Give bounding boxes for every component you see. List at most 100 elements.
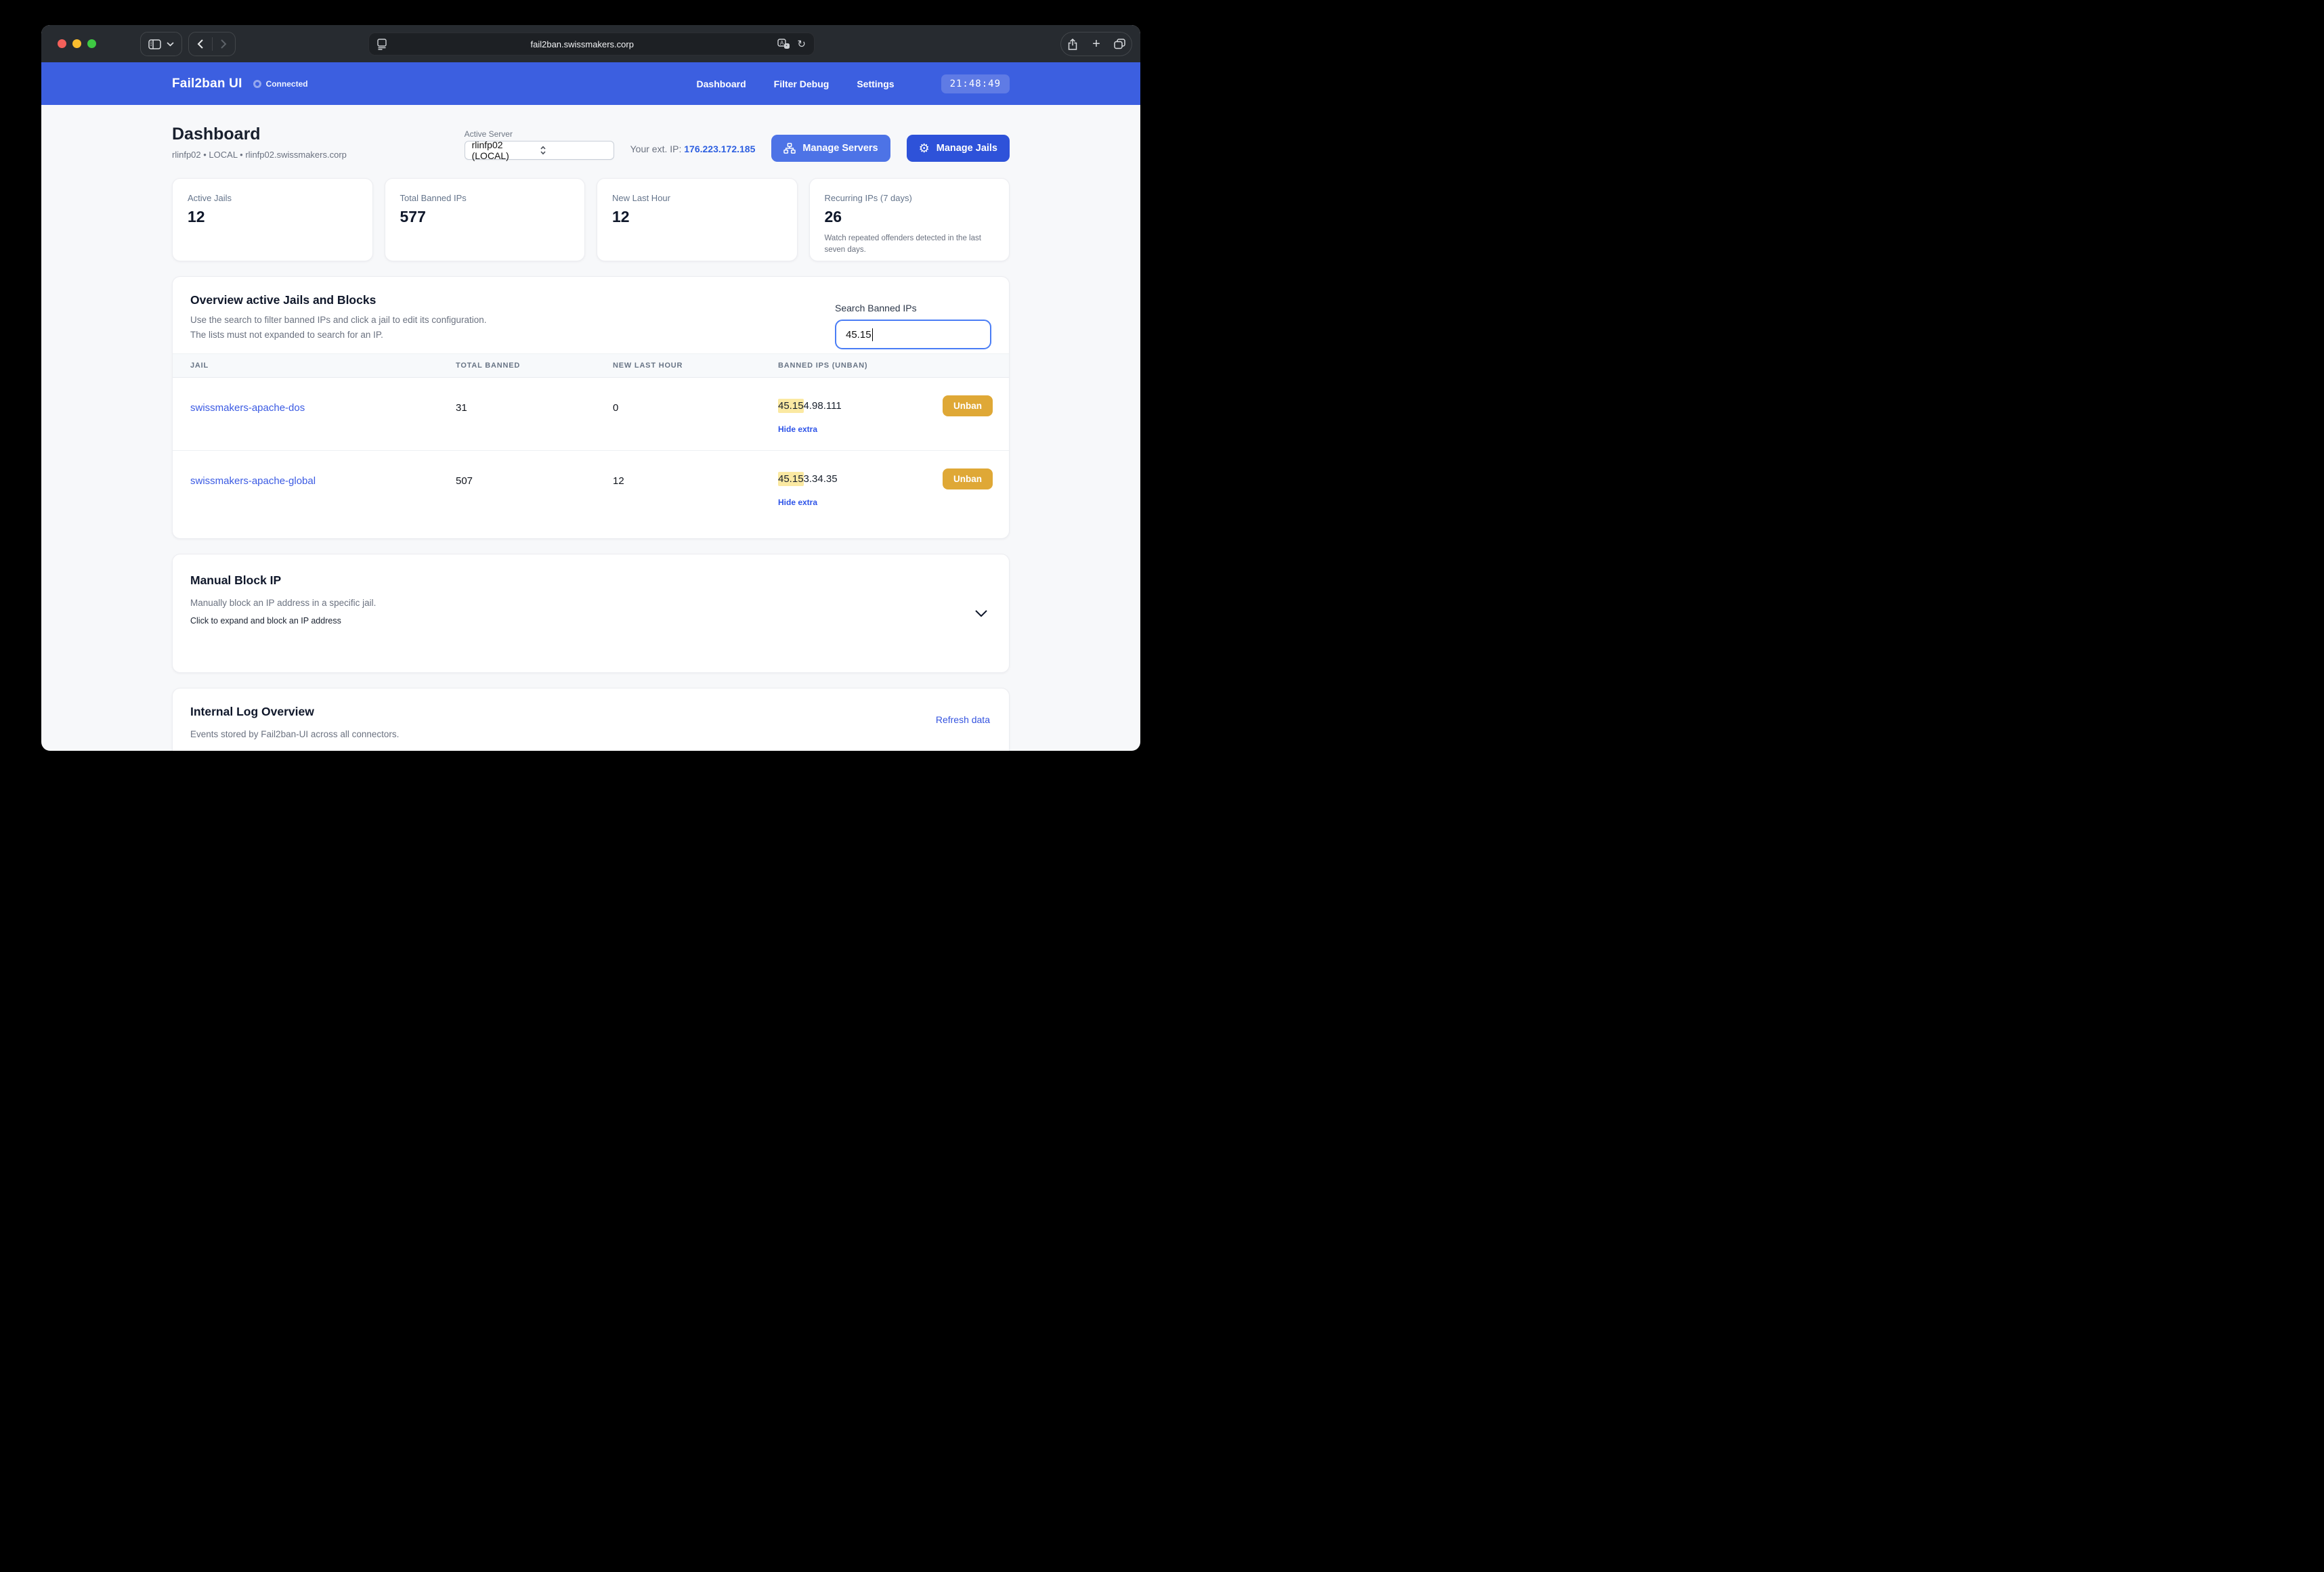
stat-value: 577 bbox=[400, 208, 426, 225]
unban-button[interactable]: Unban bbox=[943, 395, 993, 416]
address-bar[interactable]: fail2ban.swissmakers.corp A * ↻ bbox=[368, 32, 815, 56]
app-brand: Fail2ban UI bbox=[172, 76, 242, 91]
table-row: swissmakers-apache-global 507 12 45.153.… bbox=[173, 451, 1009, 523]
manual-block-ip-card[interactable]: Manual Block IP Manually block an IP add… bbox=[172, 554, 1010, 673]
stat-card-new-last-hour: New Last Hour 12 bbox=[597, 178, 798, 261]
tabs-overview-button[interactable] bbox=[1108, 32, 1132, 56]
total-banned-value: 507 bbox=[456, 475, 473, 487]
external-ip-value[interactable]: 176.223.172.185 bbox=[684, 144, 755, 154]
nav-link-dashboard[interactable]: Dashboard bbox=[697, 79, 746, 89]
url-text: fail2ban.swissmakers.corp bbox=[530, 39, 634, 49]
stat-card-total-banned: Total Banned IPs 577 bbox=[384, 178, 585, 261]
hide-extra-link[interactable]: Hide extra bbox=[778, 424, 817, 434]
select-stepper-icon bbox=[540, 146, 608, 155]
server-breadcrumb: rlinfp02 • LOCAL • rlinfp02.swissmakers.… bbox=[172, 150, 347, 160]
clock-badge: 21:48:49 bbox=[941, 74, 1010, 93]
internal-log-card: Internal Log Overview Events stored by F… bbox=[172, 688, 1010, 751]
stat-label: Recurring IPs (7 days) bbox=[824, 193, 912, 203]
hide-extra-link[interactable]: Hide extra bbox=[778, 498, 817, 507]
gear-icon: ⚙ bbox=[918, 141, 930, 155]
ip-search-highlight: 45.15 bbox=[778, 399, 804, 413]
ip-rest: 3.34.35 bbox=[803, 473, 838, 485]
history-nav bbox=[188, 32, 236, 56]
stat-label: New Last Hour bbox=[612, 193, 670, 203]
banned-ip: 45.153.34.35 bbox=[778, 472, 838, 486]
overview-desc-2: The lists must not expanded to search fo… bbox=[190, 330, 383, 340]
app-navbar: Fail2ban UI Connected Dashboard Filter D… bbox=[41, 62, 1140, 105]
active-server-value: rlinfp02 (LOCAL) bbox=[471, 139, 509, 161]
manual-block-title: Manual Block IP bbox=[190, 573, 282, 587]
overview-desc-1: Use the search to filter banned IPs and … bbox=[190, 315, 487, 325]
close-window-button[interactable] bbox=[58, 39, 66, 48]
sidebar-icon bbox=[148, 39, 161, 49]
svg-text:A: A bbox=[780, 40, 784, 46]
log-title: Internal Log Overview bbox=[190, 705, 314, 718]
browser-toolbar: fail2ban.swissmakers.corp A * ↻ + bbox=[41, 25, 1140, 62]
browser-window: fail2ban.swissmakers.corp A * ↻ + Fail2b… bbox=[41, 25, 1140, 751]
table-row: swissmakers-apache-dos 31 0 45.154.98.11… bbox=[173, 378, 1009, 451]
manage-servers-button[interactable]: Manage Servers bbox=[771, 135, 890, 162]
zoom-window-button[interactable] bbox=[87, 39, 96, 48]
active-server-select[interactable]: rlinfp02 (LOCAL) bbox=[464, 139, 614, 161]
external-ip-label: Your ext. IP: bbox=[630, 144, 682, 154]
jails-table: Jail Total Banned New Last Hour Banned I… bbox=[173, 353, 1009, 523]
column-header-new-last-hour: New Last Hour bbox=[613, 362, 683, 370]
banned-ip: 45.154.98.111 bbox=[778, 399, 842, 413]
active-server-label: Active Server bbox=[464, 129, 513, 139]
stat-card-recurring-ips: Recurring IPs (7 days) 26 Watch repeated… bbox=[809, 178, 1010, 261]
page-format-icon[interactable] bbox=[377, 38, 387, 50]
reload-icon[interactable]: ↻ bbox=[797, 39, 806, 49]
manage-servers-label: Manage Servers bbox=[802, 143, 878, 154]
stat-label: Total Banned IPs bbox=[400, 193, 467, 203]
chevron-down-icon bbox=[167, 41, 174, 47]
connection-status: Connected bbox=[253, 79, 308, 89]
log-desc: Events stored by Fail2ban-UI across all … bbox=[190, 729, 400, 739]
manual-block-desc: Manually block an IP address in a specif… bbox=[190, 598, 376, 608]
translate-icon[interactable]: A * bbox=[777, 39, 790, 49]
manual-block-note: Click to expand and block an IP address bbox=[190, 616, 341, 626]
unban-button[interactable]: Unban bbox=[943, 468, 993, 489]
column-header-total-banned: Total Banned bbox=[456, 362, 521, 370]
new-tab-button[interactable]: + bbox=[1085, 32, 1109, 56]
stat-value: 12 bbox=[612, 208, 630, 225]
ip-rest: 4.98.111 bbox=[803, 400, 842, 412]
back-button[interactable] bbox=[189, 32, 212, 56]
text-caret bbox=[872, 328, 874, 341]
stat-value: 26 bbox=[824, 208, 842, 225]
stat-cards: Active Jails 12 Total Banned IPs 577 New… bbox=[172, 178, 1010, 261]
ip-search-highlight: 45.15 bbox=[778, 472, 804, 486]
dashboard-page: Dashboard rlinfp02 • LOCAL • rlinfp02.sw… bbox=[41, 105, 1140, 751]
jail-link[interactable]: swissmakers-apache-global bbox=[190, 475, 316, 487]
page-header: Dashboard rlinfp02 • LOCAL • rlinfp02.sw… bbox=[172, 124, 1010, 162]
share-button[interactable] bbox=[1061, 32, 1085, 56]
jail-link[interactable]: swissmakers-apache-dos bbox=[190, 402, 305, 414]
search-banned-ips-input[interactable]: 45.15 bbox=[835, 320, 991, 349]
new-last-hour-value: 0 bbox=[613, 402, 619, 414]
nav-link-filter-debug[interactable]: Filter Debug bbox=[774, 79, 830, 89]
sidebar-toggle-button[interactable] bbox=[140, 32, 182, 56]
stat-card-active-jails: Active Jails 12 bbox=[172, 178, 373, 261]
search-input-value: 45.15 bbox=[846, 328, 872, 341]
manage-jails-label: Manage Jails bbox=[936, 143, 997, 154]
stat-label: Active Jails bbox=[188, 193, 232, 203]
search-banned-ips-label: Search Banned IPs bbox=[835, 303, 917, 313]
table-header: Jail Total Banned New Last Hour Banned I… bbox=[173, 353, 1009, 378]
connection-status-label: Connected bbox=[265, 79, 308, 89]
refresh-data-link[interactable]: Refresh data bbox=[936, 714, 990, 725]
column-header-banned-ips: Banned IPs (Unban) bbox=[778, 362, 868, 370]
column-header-jail: Jail bbox=[190, 362, 209, 370]
forward-button[interactable] bbox=[213, 32, 236, 56]
stat-value: 12 bbox=[188, 208, 205, 225]
nav-link-settings[interactable]: Settings bbox=[857, 79, 894, 89]
minimize-window-button[interactable] bbox=[72, 39, 81, 48]
sitemap-icon bbox=[783, 143, 796, 154]
stat-note: Watch repeated offenders detected in the… bbox=[824, 234, 981, 254]
toolbar-actions: + bbox=[1060, 32, 1132, 56]
jails-overview-card: Overview active Jails and Blocks Use the… bbox=[172, 276, 1010, 539]
page-title: Dashboard bbox=[172, 125, 261, 144]
manage-jails-button[interactable]: ⚙ Manage Jails bbox=[906, 135, 1010, 162]
window-controls bbox=[58, 39, 96, 48]
external-ip: Your ext. IP: 176.223.172.185 bbox=[630, 144, 756, 154]
new-last-hour-value: 12 bbox=[613, 475, 624, 487]
expand-chevron-icon[interactable] bbox=[975, 610, 987, 617]
